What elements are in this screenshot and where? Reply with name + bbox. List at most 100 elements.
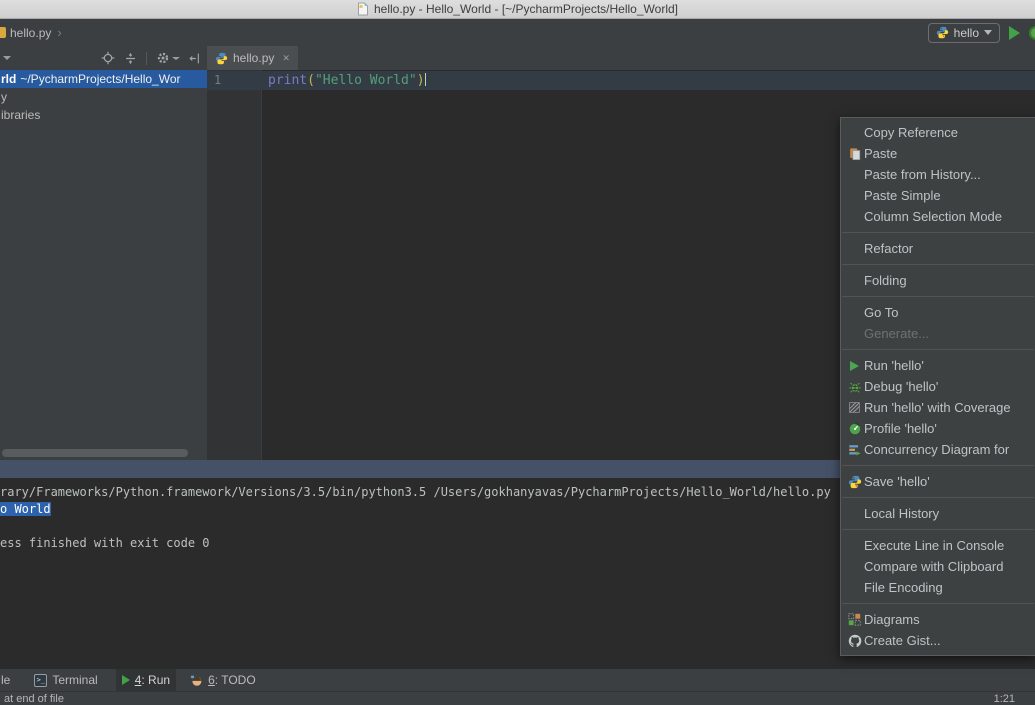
menu-item-label: Paste: [864, 146, 897, 161]
menu-item-label: Refactor: [864, 241, 913, 256]
icon-slot-empty: [846, 506, 863, 521]
debug-bug-icon: [846, 379, 863, 394]
menu-separator: [842, 349, 1034, 350]
app-doc-icon: [357, 2, 369, 16]
menu-separator: [842, 264, 1034, 265]
menu-item-go-to[interactable]: Go To: [841, 302, 1035, 323]
gear-settings-icon[interactable]: [156, 51, 180, 65]
icon-slot-empty: [846, 305, 863, 320]
menu-item-label: Compare with Clipboard: [864, 559, 1003, 574]
menu-item-diagrams[interactable]: Diagrams: [841, 609, 1035, 630]
menu-item-file-encoding[interactable]: File Encoding: [841, 577, 1035, 598]
breadcrumb-file[interactable]: hello.py: [10, 26, 51, 40]
run-configuration-select[interactable]: hello: [928, 23, 1000, 43]
menu-item-local-history[interactable]: Local History: [841, 503, 1035, 524]
menu-item-paste-simple[interactable]: Paste Simple: [841, 185, 1035, 206]
tab-label: hello.py: [233, 51, 274, 65]
project-file-row[interactable]: y: [0, 88, 207, 106]
menu-item-label: Go To: [864, 305, 898, 320]
chevron-right-icon: ›: [57, 25, 61, 40]
todo-label-rest: : TODO: [215, 673, 256, 687]
hide-panel-icon[interactable]: [189, 52, 202, 65]
code-token-close-paren: ): [417, 73, 425, 88]
menu-item-execute-line-in-console[interactable]: Execute Line in Console: [841, 535, 1035, 556]
menu-item-refactor[interactable]: Refactor: [841, 238, 1035, 259]
menu-item-label: Local History: [864, 506, 939, 521]
menu-item-run-hello[interactable]: Run 'hello': [841, 355, 1035, 376]
python-file-icon: [215, 52, 228, 65]
menu-separator: [842, 603, 1034, 604]
line-number: 1: [214, 71, 221, 90]
menu-separator: [842, 296, 1034, 297]
toolwindow-tab-terminal[interactable]: >_ Terminal: [28, 669, 103, 691]
menu-item-debug-hello[interactable]: Debug 'hello': [841, 376, 1035, 397]
icon-slot-empty: [846, 559, 863, 574]
terminal-icon: >_: [34, 674, 47, 687]
editor-tab-bar: hello.py ✕: [207, 46, 1035, 70]
menu-item-compare-with-clipboard[interactable]: Compare with Clipboard: [841, 556, 1035, 577]
diagrams-icon: [846, 612, 863, 627]
close-icon[interactable]: ✕: [282, 53, 290, 64]
icon-slot-empty: [846, 538, 863, 553]
collapse-all-icon[interactable]: [124, 52, 137, 65]
toolwindow-tab-todo[interactable]: 6: TODO: [184, 669, 262, 691]
menu-item-label: Folding: [864, 273, 907, 288]
menu-item-label: Save 'hello': [864, 474, 930, 489]
menu-item-run-with-coverage[interactable]: Run 'hello' with Coverage: [841, 397, 1035, 418]
menu-item-label: Run 'hello': [864, 358, 924, 373]
menu-item-label: Create Gist...: [864, 633, 941, 648]
toolbar-separator: [146, 52, 147, 65]
editor-tab-hello-py[interactable]: hello.py ✕: [207, 46, 298, 70]
menu-item-paste-from-history[interactable]: Paste from History...: [841, 164, 1035, 185]
python-icon: [936, 26, 949, 39]
todo-icon: [190, 674, 203, 687]
top-row: hello.py ✕: [0, 46, 1035, 70]
code-line[interactable]: print("Hello World"): [268, 71, 426, 90]
menu-item-concurrency-diagram[interactable]: Concurrency Diagram for: [841, 439, 1035, 460]
icon-slot-empty: [846, 326, 863, 341]
menu-item-label: Execute Line in Console: [864, 538, 1004, 553]
run-tab-label: 4: Run: [135, 673, 170, 687]
title-bar: hello.py - Hello_World - [~/PycharmProje…: [0, 0, 1035, 19]
status-message: at end of file: [4, 693, 64, 705]
project-panel-toolbar: [0, 46, 207, 70]
navigation-bar: hello.py › hello: [0, 19, 1035, 46]
project-root-row[interactable]: rld ~/PycharmProjects/Hello_Wor: [0, 70, 207, 88]
console-selected-text: o World: [0, 502, 51, 516]
gear-dropdown-arrow: [172, 57, 180, 60]
run-configuration-name: hello: [954, 26, 979, 40]
menu-item-paste[interactable]: Paste: [841, 143, 1035, 164]
run-button[interactable]: [1009, 26, 1020, 40]
python-icon: [846, 474, 863, 489]
menu-separator: [842, 529, 1034, 530]
todo-tab-label: 6: TODO: [208, 673, 256, 687]
pycharm-window: hello.py - Hello_World - [~/PycharmProje…: [0, 0, 1035, 705]
external-libraries-row[interactable]: ibraries: [0, 106, 207, 124]
menu-item-label: Generate...: [864, 326, 929, 341]
menu-item-copy-reference[interactable]: Copy Reference: [841, 122, 1035, 143]
menu-item-folding[interactable]: Folding: [841, 270, 1035, 291]
locate-file-icon[interactable]: [101, 51, 115, 65]
menu-item-save-hello[interactable]: Save 'hello': [841, 471, 1035, 492]
project-panel: rld ~/PycharmProjects/Hello_Wor y ibrari…: [0, 70, 207, 460]
toolwindow-tab-run[interactable]: 4: Run: [116, 669, 176, 691]
breadcrumb: hello.py ›: [0, 24, 62, 41]
menu-item-column-selection-mode[interactable]: Column Selection Mode: [841, 206, 1035, 227]
project-path: ~/PycharmProjects/Hello_Wor: [20, 72, 180, 86]
project-name-clipped: rld: [1, 72, 16, 86]
project-view-dropdown-icon[interactable]: [3, 56, 11, 60]
menu-separator: [842, 465, 1034, 466]
menu-item-label: File Encoding: [864, 580, 943, 595]
menu-item-label: Paste from History...: [864, 167, 981, 182]
icon-slot-empty: [846, 167, 863, 182]
debug-button-clipped[interactable]: [1029, 26, 1035, 40]
horizontal-scrollbar[interactable]: [2, 449, 188, 457]
github-icon: [846, 633, 863, 648]
editor-gutter: [207, 70, 262, 460]
menu-item-profile-hello[interactable]: Profile 'hello': [841, 418, 1035, 439]
menu-item-create-gist[interactable]: Create Gist...: [841, 630, 1035, 651]
run-icon: [846, 358, 863, 373]
caret-position-indicator[interactable]: 1:21: [994, 693, 1015, 705]
toolwindow-tab-clipped[interactable]: le: [1, 673, 10, 687]
window-title: hello.py - Hello_World - [~/PycharmProje…: [374, 2, 678, 16]
